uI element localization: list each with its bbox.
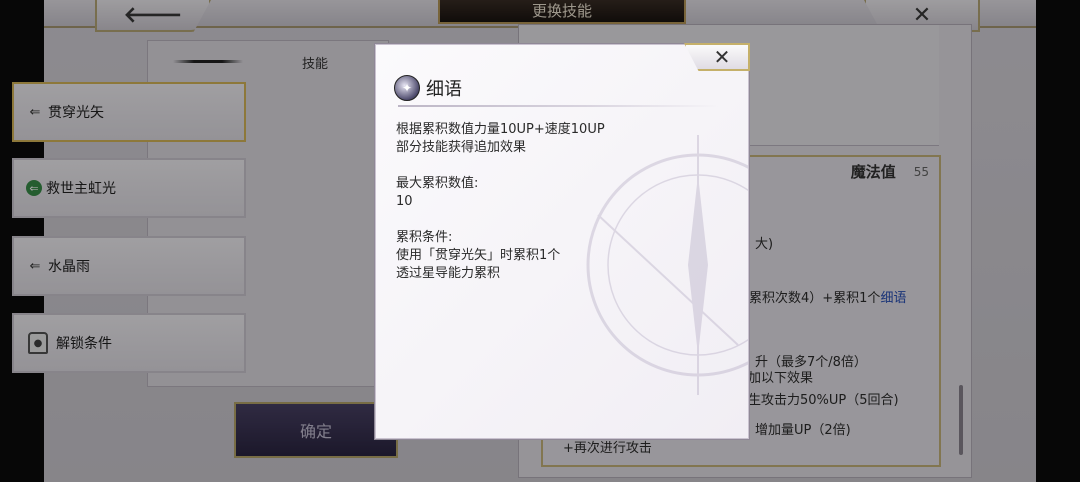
desc-line-2: 部分技能获得追加效果 — [396, 140, 527, 155]
dialog-title: 细语 — [426, 79, 462, 100]
desc-line-1: 根据累积数值力量10UP+速度10UP — [396, 122, 605, 137]
dialog-header: ✦ 细语 — [394, 75, 462, 101]
title-divider — [398, 105, 718, 107]
game-screen: 🡐 更换技能 ✕ 技能 ⇐ 贯穿光矢 ⇐ 救世主虹光 ⇐ 水晶雨 ● 解锁条件 … — [0, 0, 1080, 482]
stack-condition-label: 累积条件: — [396, 230, 453, 245]
whisper-buff-icon: ✦ — [394, 75, 420, 101]
max-stack-value: 10 — [396, 194, 413, 209]
close-icon: ✕ — [713, 45, 731, 69]
buff-info-dialog: ✕ ✦ 细语 根据累积数值力量10UP+速度10UP 部分技能获得追加效果 最大… — [375, 43, 750, 439]
stack-condition-line-1: 使用「贯穿光矢」时累积1个 — [396, 248, 561, 263]
stack-condition-line-2: 透过星导能力累积 — [396, 266, 501, 281]
compass-watermark — [586, 135, 748, 395]
max-stack-label: 最大累积数值: — [396, 176, 479, 191]
dialog-close-button[interactable]: ✕ — [684, 43, 750, 71]
